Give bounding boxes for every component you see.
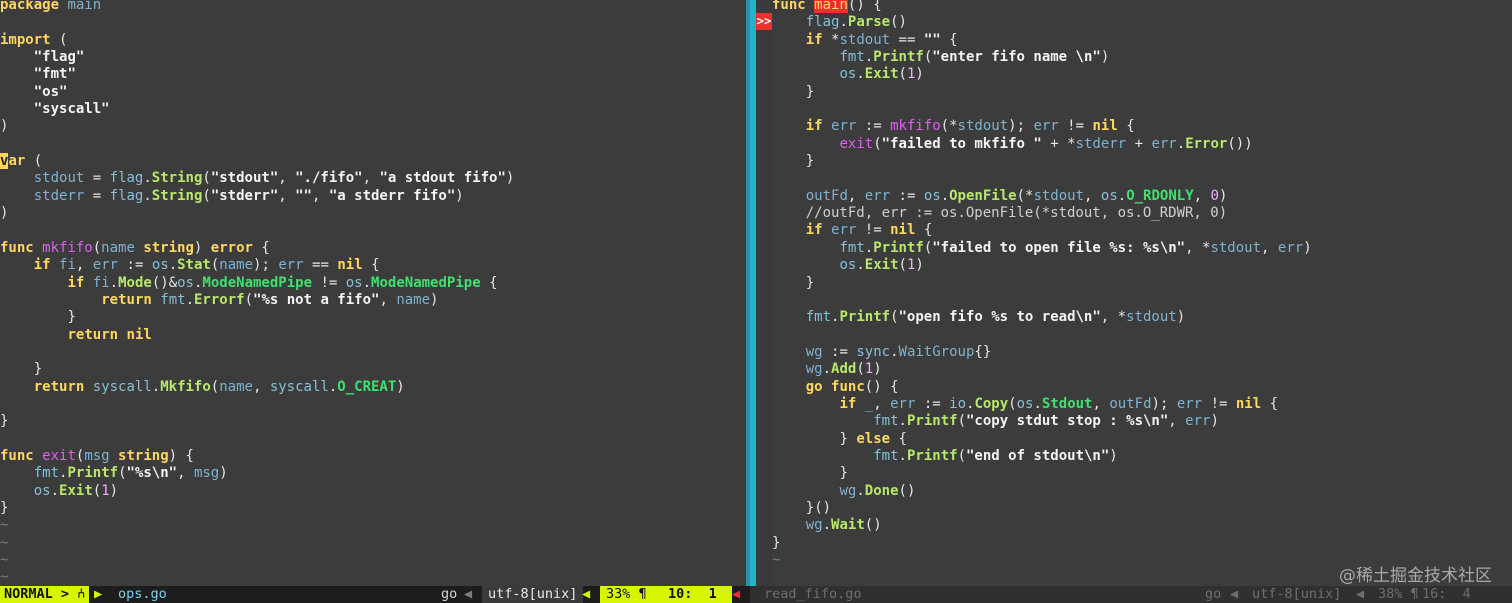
code-line[interactable] [0,14,514,31]
separator-arrow-icon-right: ◀ [1230,586,1239,602]
code-line[interactable]: package main [0,0,514,14]
code-line[interactable]: os.Exit(1) [772,66,1312,83]
powerline-arrow-icon: ▶ [94,586,103,602]
code-line[interactable]: fmt.Printf("open fifo %s to read\n", *st… [772,309,1312,326]
code-line[interactable]: fmt.Printf("enter fifo name \n") [772,49,1312,66]
code-line[interactable]: go func() { [772,379,1312,396]
code-line[interactable] [772,327,1312,344]
right-cursor-position: 16: 4 [1422,586,1471,602]
left-editor-pane[interactable]: package main import ( "flag" "fmt" "os" … [0,0,746,586]
code-line[interactable]: if *stdout == "" { [772,32,1312,49]
code-line[interactable]: wg.Wait() [772,517,1312,534]
code-line[interactable]: func exit(msg string) { [0,448,514,465]
code-line[interactable]: ) [0,205,514,222]
code-line[interactable]: fmt.Printf("failed to open file %s: %s\n… [772,240,1312,257]
left-filename[interactable]: ops.go [118,586,167,603]
code-line[interactable]: } [772,465,1312,482]
code-line[interactable]: fmt.Printf("%s\n", msg) [0,465,514,482]
code-line[interactable]: func main() { [772,0,1312,14]
error-sign-marker: >> [756,13,772,30]
right-editor-pane[interactable]: >> func main() { flag.Parse() if *stdout… [756,0,1512,586]
right-code-lines[interactable]: func main() { flag.Parse() if *stdout ==… [772,0,1312,569]
left-status-line: NORMAL > ⑃ ▶ ops.go go ◀ utf-8[unix] ◀ 3… [0,586,750,603]
mode-text: NORMAL [4,586,53,602]
separator-arrow-icon-right-2: ◀ [1356,586,1365,602]
sign-column [756,0,772,586]
code-line[interactable]: stdout = flag.String("stdout", "./fifo",… [0,170,515,187]
code-line[interactable]: } [0,361,514,378]
right-percent: 38% ¶ [1378,586,1419,602]
code-line[interactable]: "fmt" [0,66,514,83]
code-line[interactable]: fmt.Printf("end of stdout\n") [772,448,1312,465]
code-line[interactable]: } [772,535,1312,552]
code-line[interactable]: if fi.Mode()&os.ModeNamedPipe != os.Mode… [0,275,514,292]
powerline-left-arrow-icon: ◀ [582,586,591,602]
code-line[interactable]: exit("failed to mkfifo " + *stderr + err… [772,136,1312,153]
code-line[interactable]: ~ [0,569,514,586]
code-line[interactable] [0,431,514,448]
code-line[interactable]: ~ [0,517,514,534]
code-line[interactable] [0,222,514,239]
left-encoding: utf-8[unix] [482,586,584,603]
code-line[interactable]: if fi, err := os.Stat(name); err == nil … [0,257,514,274]
right-status-line: read_fifo.go go ◀ utf-8[unix] ◀ 38% ¶ 16… [750,586,1512,603]
right-filetype: go [1205,586,1222,602]
code-line[interactable] [772,101,1312,118]
right-filename[interactable]: read_fifo.go [764,586,862,603]
code-line[interactable]: "os" [0,84,514,101]
left-cursor-position: 10: 1 [662,586,732,603]
code-line[interactable] [0,136,514,153]
code-line[interactable]: }() [772,500,1312,517]
code-line[interactable]: if _, err := io.Copy(os.Stdout, outFd); … [772,396,1312,413]
code-line[interactable]: wg.Done() [772,483,1312,500]
code-line[interactable]: os.Exit(1) [772,257,1312,274]
code-line[interactable]: } [772,275,1312,292]
code-line[interactable]: ~ [0,552,514,569]
code-line[interactable]: } else { [772,431,1312,448]
code-line[interactable]: wg.Add(1) [772,361,1312,378]
right-encoding: utf-8[unix] [1252,586,1342,602]
code-line[interactable]: "flag" [0,49,514,66]
code-line[interactable]: var ( [0,153,514,170]
code-line[interactable]: outFd, err := os.OpenFile(*stdout, os.O_… [772,188,1312,205]
left-percent: 33% ¶ [600,586,667,603]
code-line[interactable]: return nil [0,327,514,344]
code-line[interactable]: } [0,309,514,326]
mode-separator: > [60,586,70,602]
code-line[interactable]: flag.Parse() [772,14,1312,31]
code-line[interactable] [0,396,514,413]
code-line[interactable]: } [772,84,1312,101]
watermark: @稀土掘金技术社区 [1339,566,1492,586]
code-line[interactable]: } [772,153,1312,170]
code-line[interactable] [772,292,1312,309]
code-line[interactable]: wg := sync.WaitGroup{} [772,344,1312,361]
code-line[interactable]: if err := mkfifo(*stdout); err != nil { [772,118,1312,135]
left-code-lines[interactable]: package main import ( "flag" "fmt" "os" … [0,0,514,586]
code-line[interactable]: return fmt.Errorf("%s not a fifo", name) [0,292,514,309]
code-line[interactable]: ~ [772,552,1312,569]
code-line[interactable]: func mkfifo(name string) error { [0,240,514,257]
code-line[interactable]: "syscall" [0,101,514,118]
left-filetype: go [441,586,458,603]
code-line[interactable]: import ( [0,32,514,49]
code-line[interactable]: } [0,413,514,430]
code-line[interactable]: stderr = flag.String("stderr", "", "a st… [0,188,514,205]
code-line[interactable]: ~ [0,535,514,552]
code-line[interactable]: os.Exit(1) [0,483,514,500]
branch-icon: ⑃ [77,586,86,602]
code-line[interactable]: return syscall.Mkfifo(name, syscall.O_CR… [0,379,514,396]
code-line[interactable]: //outFd, err := os.OpenFile(*stdout, os.… [772,205,1312,222]
code-line[interactable] [0,344,514,361]
code-line[interactable] [772,170,1312,187]
warning-arrow-icon: ◀ [732,586,741,602]
code-line[interactable]: } [0,500,514,517]
code-line[interactable]: if err != nil { [772,222,1312,239]
mode-indicator: NORMAL > ⑃ [0,586,90,603]
code-line[interactable]: ) [0,118,514,135]
code-line[interactable]: fmt.Printf("copy stdut stop : %s\n", err… [772,413,1312,430]
separator-arrow-icon: ◀ [464,586,473,602]
